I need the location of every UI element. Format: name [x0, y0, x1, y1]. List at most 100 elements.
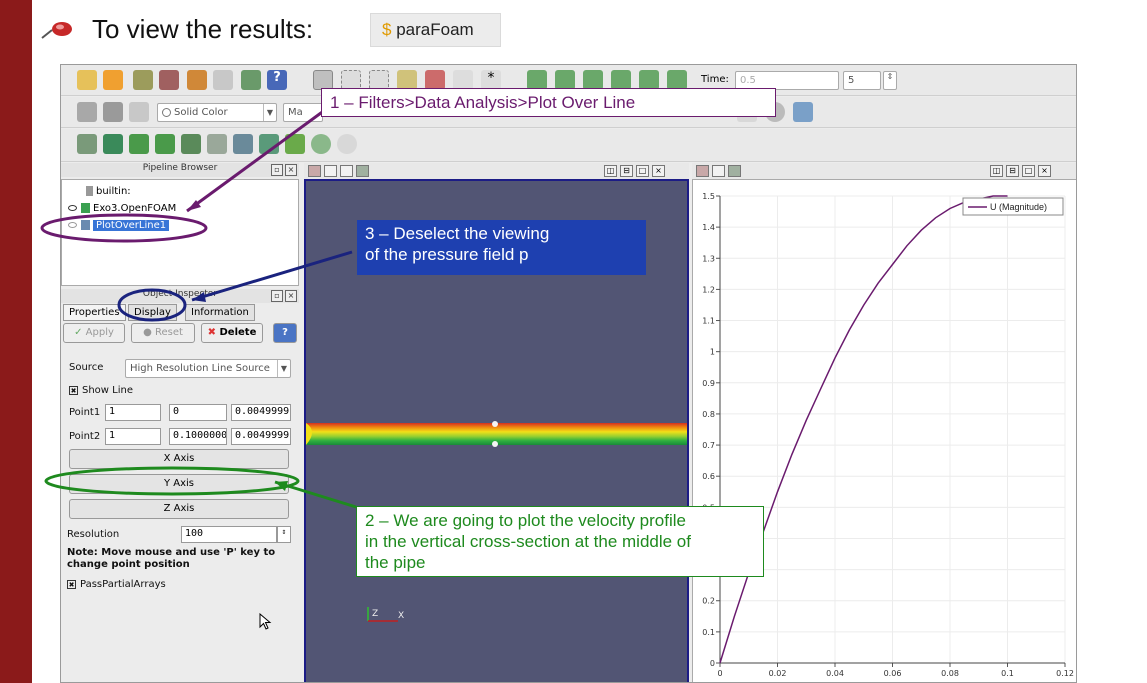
line-chart-view[interactable]: 00.10.20.30.40.50.60.70.80.911.11.21.31.… [692, 179, 1076, 682]
pass-partial-checkbox[interactable]: ✖ PassPartialArrays [67, 579, 166, 590]
group-datasets-icon[interactable] [311, 134, 331, 154]
x-axis-button[interactable]: X Axis [69, 449, 289, 469]
timestep-spinner[interactable]: ⇕ [883, 71, 897, 90]
edit-colormap-icon[interactable] [103, 102, 123, 122]
source-select[interactable]: High Resolution Line Source ▼ [125, 359, 291, 378]
x-tick-label: 0.06 [884, 669, 902, 678]
representation-select[interactable]: Ma [283, 103, 323, 122]
point2-y-field[interactable]: 0.1000000 [169, 428, 227, 445]
loop-icon[interactable] [667, 70, 687, 90]
z-axis-button[interactable]: Z Axis [69, 499, 289, 519]
point2-z-field[interactable]: 0.0049999 [231, 428, 291, 445]
refresh-icon[interactable] [793, 102, 813, 122]
select-block-icon[interactable] [397, 70, 417, 90]
eye-icon[interactable] [68, 222, 77, 228]
point1-y-field[interactable]: 0 [169, 404, 227, 421]
maximize-icon[interactable]: □ [636, 165, 649, 177]
redo-icon[interactable] [213, 70, 233, 90]
disconnect-icon[interactable] [159, 70, 179, 90]
view-lookmark-icon[interactable] [340, 165, 353, 177]
first-frame-icon[interactable] [527, 70, 547, 90]
close-icon[interactable]: × [652, 165, 665, 177]
split-horizontal-icon[interactable]: ◫ [990, 165, 1003, 177]
timestep-field[interactable]: 5 [843, 71, 881, 90]
apply-button[interactable]: ✓ Apply [63, 323, 125, 343]
object-inspector: Object Inspector ▫ × Properties Display … [61, 287, 299, 682]
split-horizontal-icon[interactable]: ◫ [604, 165, 617, 177]
close-icon[interactable]: × [1038, 165, 1051, 177]
maximize-icon[interactable]: □ [1022, 165, 1035, 177]
color-by-select[interactable]: Solid Color ▼ [157, 103, 277, 122]
connect-icon[interactable] [133, 70, 153, 90]
plot-capture-icon[interactable] [728, 165, 741, 177]
tab-information[interactable]: Information [185, 304, 255, 321]
rescale-icon[interactable] [129, 102, 149, 122]
calculator-icon[interactable] [77, 134, 97, 154]
plot-camera-icon[interactable] [696, 165, 709, 177]
slice-icon[interactable] [155, 134, 175, 154]
split-vertical-icon[interactable]: ⊟ [1006, 165, 1019, 177]
show-line-checkbox[interactable]: ✖ Show Line [69, 385, 133, 396]
chevron-down-icon: ▼ [263, 104, 276, 121]
close-icon[interactable]: × [285, 164, 297, 176]
color-legend-icon[interactable] [77, 102, 97, 122]
pipeline-item-source[interactable]: Exo3.OpenFOAM [68, 203, 176, 217]
glyph-icon[interactable] [233, 134, 253, 154]
close-icon[interactable]: × [285, 290, 297, 302]
clear-selection-icon[interactable] [453, 70, 473, 90]
source-label: Source [69, 362, 104, 373]
clip-icon[interactable] [129, 134, 149, 154]
plot-select-icon[interactable] [712, 165, 725, 177]
open-icon[interactable] [77, 70, 97, 90]
split-vertical-icon[interactable]: ⊟ [620, 165, 633, 177]
tab-display[interactable]: Display [128, 304, 177, 321]
threshold-icon[interactable] [181, 134, 201, 154]
x-tick-label: 0.12 [1056, 669, 1074, 678]
view-select-icon[interactable] [324, 165, 337, 177]
stream-tracer-icon[interactable] [259, 134, 279, 154]
tab-properties[interactable]: Properties [63, 304, 126, 321]
open-recent-icon[interactable] [103, 70, 123, 90]
camera-icon[interactable] [241, 70, 261, 90]
float-panel-icon[interactable]: ▫ [271, 290, 283, 302]
point2-x-field[interactable]: 1 [105, 428, 161, 445]
undo-icon[interactable] [187, 70, 207, 90]
next-frame-icon[interactable] [611, 70, 631, 90]
eye-icon[interactable] [68, 205, 77, 211]
time-label: Time: [701, 74, 729, 85]
select-points-icon[interactable] [341, 70, 361, 90]
previous-frame-icon[interactable] [555, 70, 575, 90]
help-button[interactable]: ? [273, 323, 297, 343]
play-icon[interactable] [583, 70, 603, 90]
extract-subset-icon[interactable] [207, 134, 227, 154]
last-frame-icon[interactable] [639, 70, 659, 90]
float-panel-icon[interactable]: ▫ [271, 164, 283, 176]
delete-button[interactable]: ✖ Delete [201, 323, 263, 343]
callout-step3-line1: 3 – Deselect the viewing [365, 224, 550, 243]
resolution-spinner[interactable]: ⇕ [277, 526, 291, 543]
point1-z-field[interactable]: 0.0049999 [231, 404, 291, 421]
axis-x-label: X [398, 611, 405, 621]
extract-level-icon[interactable] [337, 134, 357, 154]
asterisk-icon[interactable]: * [481, 70, 501, 90]
point1-x-field[interactable]: 1 [105, 404, 161, 421]
view-capture-icon[interactable] [356, 165, 369, 177]
select-cells-icon[interactable] [313, 70, 333, 90]
pipeline-item-builtin[interactable]: builtin: [86, 186, 131, 200]
resolution-field[interactable]: 100 [181, 526, 277, 543]
source-value: High Resolution Line Source [130, 363, 270, 374]
object-inspector-label: Object Inspector [142, 289, 218, 299]
pipeline-item-plotoverline[interactable]: PlotOverLine1 [68, 220, 170, 234]
help-icon[interactable]: ? [267, 70, 287, 90]
view-camera-icon[interactable] [308, 165, 321, 177]
reset-button[interactable]: ● Reset [131, 323, 195, 343]
select-frustum-icon[interactable] [369, 70, 389, 90]
warp-icon[interactable] [285, 134, 305, 154]
contour-icon[interactable] [103, 134, 123, 154]
color-dot-icon [162, 107, 171, 117]
reset-icon: ● [143, 327, 152, 338]
y-tick-label: 1.4 [702, 223, 715, 232]
interactive-select-icon[interactable] [425, 70, 445, 90]
y-tick-label: 0.2 [702, 597, 715, 606]
y-axis-button[interactable]: Y Axis [69, 474, 289, 494]
